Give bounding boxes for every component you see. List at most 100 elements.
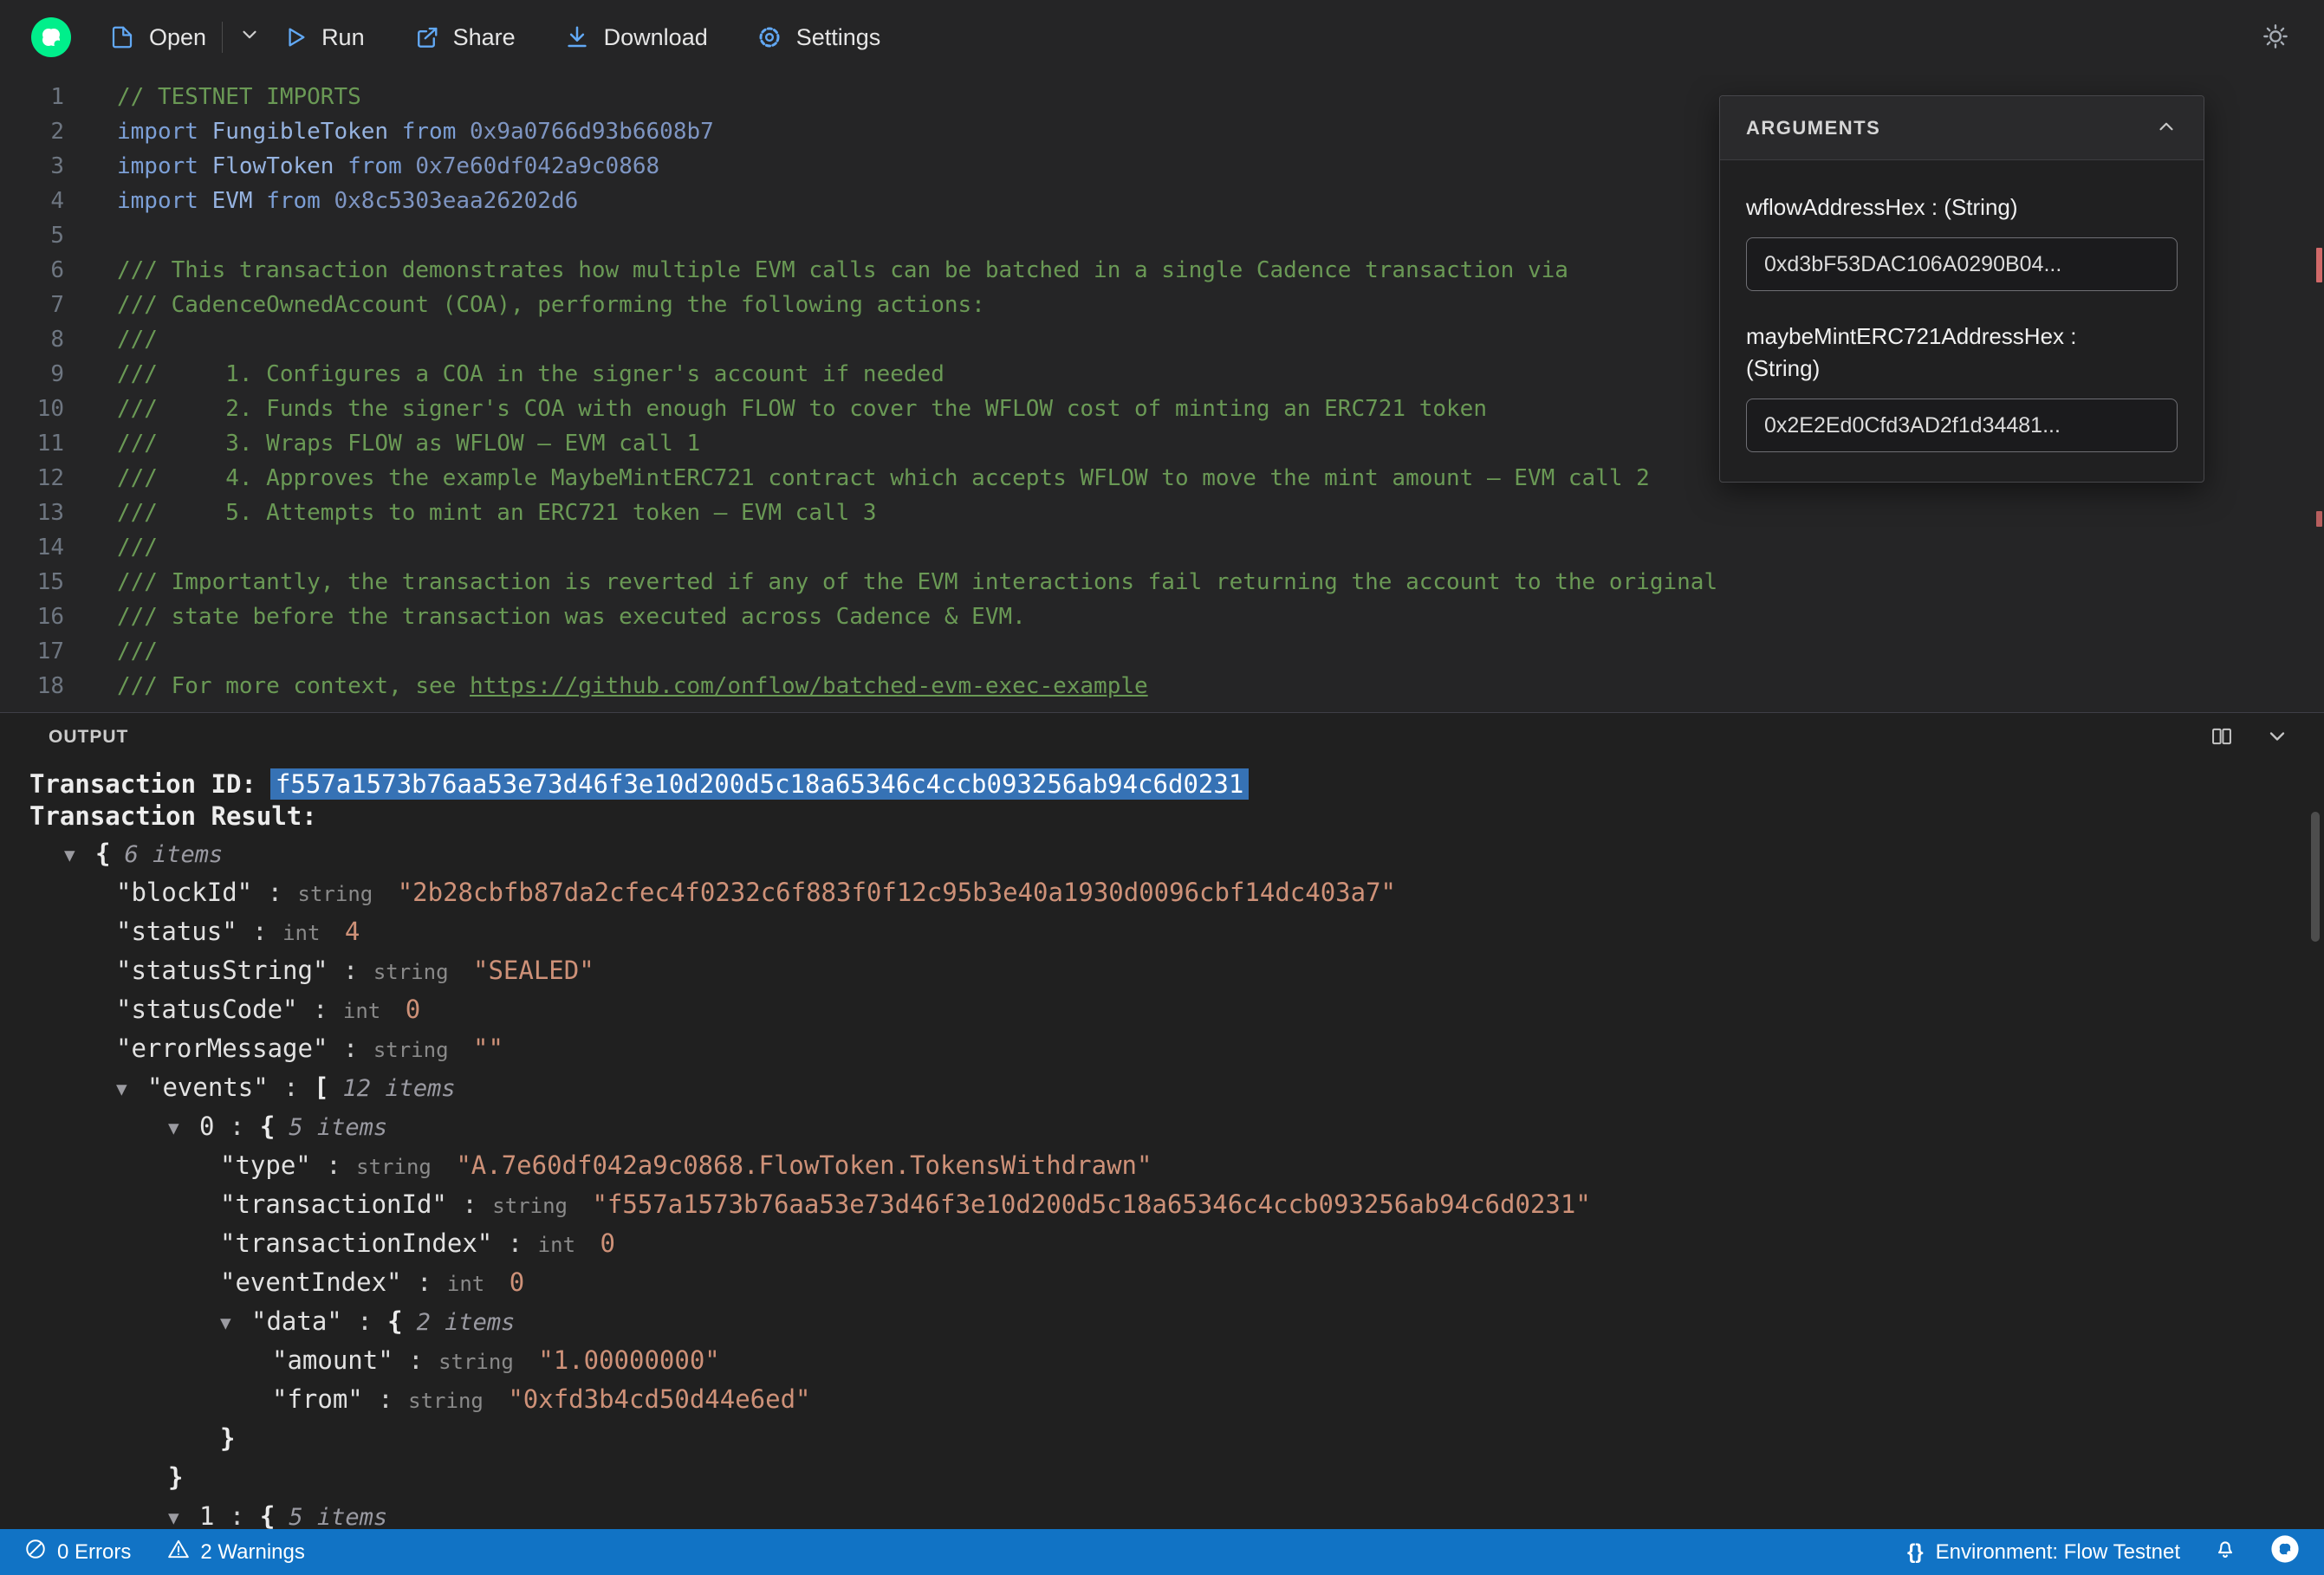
line-number: 17 [36, 638, 64, 664]
transaction-id-label: Transaction ID: [29, 769, 256, 799]
line-number: 10 [36, 396, 64, 422]
code-token: /// 2. Funds the signer's COA with enoug… [117, 396, 1487, 422]
line-number: 18 [36, 673, 64, 699]
code-token: /// [117, 638, 158, 664]
code-token: FungibleToken [211, 119, 389, 145]
code-text: /// For more context, see https://github… [95, 669, 1148, 703]
collapse-output-button[interactable] [2265, 724, 2289, 751]
expand-arrow-icon[interactable]: ▼ [220, 1304, 251, 1343]
line-number: 13 [36, 500, 64, 526]
json-key: "transactionIndex" [220, 1228, 493, 1258]
json-tree-row: ▼ "data" : {2 items [29, 1302, 2324, 1341]
theme-toggle-button[interactable] [2262, 23, 2289, 53]
json-key: "errorMessage" [116, 1034, 328, 1063]
json-tree-row: "status" : int 4 [29, 912, 2324, 951]
code-text: /// 3. Wraps FLOW as WFLOW — EVM call 1 [95, 426, 700, 461]
json-separator: : [214, 1112, 260, 1141]
json-separator: : [237, 917, 283, 946]
code-text: // TESTNET IMPORTS [95, 80, 361, 114]
code-token: /// 4. Approves the example MaybeMintERC… [117, 465, 1650, 491]
json-tree-row: } [29, 1458, 2324, 1497]
output-panel: OUTPUT Transaction ID: f557a1573b76aa53e… [0, 712, 2324, 1529]
code-token: from [347, 153, 402, 179]
code-text: /// 5. Attempts to mint an ERC721 token … [95, 496, 877, 530]
code-token: 0x7e60df042a9c0868 [415, 153, 660, 179]
json-key: 0 [199, 1112, 215, 1141]
json-separator: : [341, 1306, 388, 1336]
error-circle-icon [24, 1538, 47, 1566]
expand-arrow-icon[interactable]: ▼ [64, 836, 95, 875]
expand-arrow-icon[interactable]: ▼ [116, 1070, 147, 1109]
code-text: /// Importantly, the transaction is reve… [95, 565, 1717, 600]
json-key: "statusString" [116, 956, 328, 985]
line-number: 12 [36, 465, 64, 491]
json-tree-row: "statusString" : string "SEALED" [29, 951, 2324, 990]
code-line: 18 /// For more context, see https://gith… [0, 669, 2324, 703]
open-dropdown-button[interactable] [238, 23, 261, 52]
json-separator: : [310, 1150, 357, 1180]
json-tree-row: "from" : string "0xfd3b4cd50d44e6ed" [29, 1380, 2324, 1419]
maybe-mint-address-input[interactable] [1746, 399, 2178, 452]
status-bar: 0 Errors 2 Warnings {} Environment: Flow… [0, 1529, 2324, 1575]
arguments-collapse-button[interactable] [2155, 115, 2178, 140]
open-label: Open [149, 23, 207, 50]
warning-marker [2316, 248, 2322, 282]
code-token: import [117, 188, 198, 214]
split-panel-button[interactable] [2210, 724, 2234, 751]
open-split-button: Open [109, 22, 261, 53]
code-text: import FungibleToken from 0x9a0766d93b66… [95, 114, 714, 149]
json-separator: : [297, 995, 343, 1024]
code-editor[interactable]: 1 // TESTNET IMPORTS 2 import FungibleToken… [0, 75, 2324, 712]
json-value: "0xfd3b4cd50d44e6ed" [508, 1384, 811, 1414]
json-tree-row: "eventIndex" : int 0 [29, 1263, 2324, 1302]
warning-marker [2316, 511, 2322, 527]
code-line: 14 /// [0, 530, 2324, 565]
announcements-icon[interactable] [2213, 1537, 2237, 1567]
flow-status-icon[interactable] [2270, 1534, 2300, 1570]
json-brace: { [95, 839, 111, 868]
json-key: "status" [116, 917, 237, 946]
environment-indicator[interactable]: {} Environment: Flow Testnet [1907, 1540, 2180, 1565]
open-file-icon [109, 24, 135, 50]
download-button[interactable]: Download [564, 24, 708, 51]
environment-label: Environment: Flow Testnet [1935, 1539, 2180, 1564]
flow-logo[interactable] [31, 17, 71, 57]
json-tree-row: "transactionIndex" : int 0 [29, 1224, 2324, 1263]
download-label: Download [603, 23, 708, 50]
run-button[interactable]: Run [283, 24, 365, 51]
errors-indicator[interactable]: 0 Errors [24, 1538, 131, 1566]
sun-icon [2262, 23, 2289, 53]
json-items-count: 5 items [289, 1504, 388, 1529]
json-items-count: 5 items [289, 1114, 388, 1141]
json-value: "2b28cbfb87da2cfec4f0232c6f883f0f12c95b3… [397, 878, 1397, 907]
expand-arrow-icon[interactable]: ▼ [168, 1109, 199, 1148]
json-items-count: 12 items [342, 1075, 456, 1102]
code-link[interactable]: https://github.com/onflow/batched-evm-ex… [470, 673, 1148, 699]
json-type-label: string [438, 1350, 527, 1374]
line-number: 8 [50, 327, 64, 353]
warnings-label: 2 Warnings [200, 1539, 305, 1564]
code-token: /// CadenceOwnedAccount (COA), performin… [117, 292, 985, 318]
code-text: /// 2. Funds the signer's COA with enoug… [95, 392, 1487, 426]
code-text: import FlowToken from 0x7e60df042a9c0868 [95, 149, 659, 184]
json-key: "transactionId" [220, 1189, 447, 1219]
warnings-indicator[interactable]: 2 Warnings [167, 1538, 305, 1566]
open-button[interactable]: Open [109, 24, 206, 51]
json-key: "statusCode" [116, 995, 298, 1024]
expand-arrow-icon[interactable]: ▼ [168, 1499, 199, 1530]
json-brace: { [387, 1306, 403, 1336]
share-button[interactable]: Share [413, 24, 516, 51]
code-token: /// This transaction demonstrates how mu… [117, 257, 1568, 283]
json-separator: : [393, 1345, 439, 1375]
json-type-label: int [537, 1233, 588, 1257]
wflow-address-input[interactable] [1746, 237, 2178, 291]
settings-button[interactable]: Settings [756, 24, 880, 51]
output-header: OUTPUT [0, 713, 2324, 762]
json-key: "blockId" [116, 878, 253, 907]
output-scrollbar[interactable] [2311, 812, 2320, 942]
json-tree-row: "amount" : string "1.00000000" [29, 1341, 2324, 1380]
